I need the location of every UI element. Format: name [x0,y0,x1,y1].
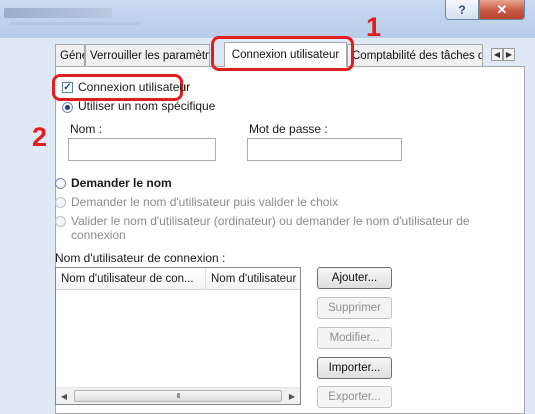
name-input[interactable] [68,138,216,161]
password-input[interactable] [247,138,402,161]
name-label: Nom : [70,122,103,136]
password-label: Mot de passe : [249,122,328,136]
tab-general[interactable]: Général [55,44,85,66]
edit-button[interactable]: Modifier... [317,327,392,349]
tab-user-login[interactable]: Connexion utilisateur [224,42,347,67]
delete-button[interactable]: Supprimer [317,297,392,319]
column-header-user-name[interactable]: Nom d'utilisateur p [206,268,300,290]
scroll-right-arrow-icon[interactable]: ▶ [286,391,298,401]
chevron-right-icon: ▶ [505,50,513,59]
tab-label: Verrouiller les paramètres [90,49,210,62]
tab-scroll-left-button[interactable]: ◀ [491,48,503,61]
step1-number: 1 [366,12,382,42]
use-specific-name-label: Utiliser un nom spécifique [78,99,216,113]
tab-label: Général [60,49,84,62]
step2-number: 2 [32,122,48,152]
title-decoration [10,22,140,25]
horizontal-scrollbar[interactable]: ◀ III ▶ [56,387,300,404]
validate-or-ask-label-line2: connexion [71,228,126,242]
ask-and-select-label: Demander le nom d'utilisateur puis valid… [71,195,339,209]
validate-or-ask-radio[interactable] [55,216,66,227]
close-button[interactable]: ✕ [479,0,525,20]
step2-highlight-box: ✓ Connexion utilisateur [52,74,190,101]
chevron-left-icon: ◀ [493,50,501,59]
import-button[interactable]: Importer... [317,357,392,379]
checkmark-icon[interactable]: ✓ [62,82,73,93]
title-bar: ? ✕ [0,0,535,38]
add-button[interactable]: Ajouter... [317,267,392,289]
step2-checkbox-label: Connexion utilisateur [78,80,191,94]
export-button[interactable]: Exporter... [317,386,392,408]
login-names-list[interactable]: Nom d'utilisateur de con... Nom d'utilis… [55,267,301,405]
scrollbar-thumb[interactable]: III [74,390,282,402]
login-names-section-label: Nom d'utilisateur de connexion : [55,251,226,265]
scroll-left-arrow-icon[interactable]: ◀ [58,391,70,401]
use-specific-name-radio[interactable] [62,102,73,113]
tab-label: Comptabilité des tâches d'i [352,49,483,62]
tab-job-accounting[interactable]: Comptabilité des tâches d'i [347,44,483,66]
ask-and-select-radio[interactable] [55,197,66,208]
ask-name-label: Demander le nom [71,176,172,190]
tab-label: Connexion utilisateur [231,49,340,61]
blurred-window-title [4,8,112,18]
column-header-login-name[interactable]: Nom d'utilisateur de con... [56,268,206,290]
validate-or-ask-label-line1: Valider le nom d'utilisateur (ordinateur… [71,214,470,228]
tab-scroll-right-button[interactable]: ▶ [503,48,515,61]
tab-lock-settings[interactable]: Verrouiller les paramètres [85,44,210,66]
ask-name-radio[interactable] [55,178,66,189]
help-button[interactable]: ? [445,0,479,20]
scroll-grip-icon: III [176,392,181,400]
